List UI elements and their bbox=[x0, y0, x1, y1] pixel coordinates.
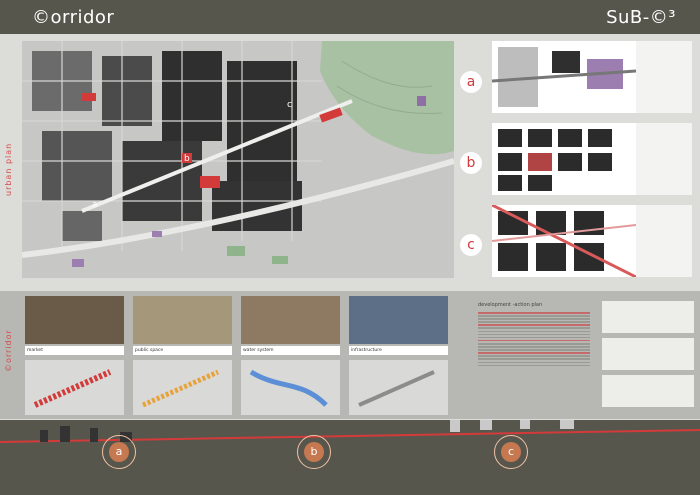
bottom-marker-c: c bbox=[494, 435, 528, 469]
detail-sketch-a bbox=[636, 41, 692, 113]
bottom-marker-a-label: a bbox=[109, 442, 129, 462]
bottom-marker-b-label: b bbox=[304, 442, 324, 462]
detail-panel-c bbox=[491, 203, 692, 279]
detail-drawing-b bbox=[492, 123, 636, 195]
detail-drawing-c bbox=[491, 203, 637, 279]
photo-market bbox=[25, 296, 124, 344]
bottom-marker-a: a bbox=[102, 435, 136, 469]
detail-panel-a bbox=[491, 41, 692, 113]
action-plan-text: development -action plan bbox=[478, 302, 590, 412]
section-sketch-3 bbox=[602, 375, 694, 407]
section-sketch-2 bbox=[602, 338, 694, 370]
detail-panel-b bbox=[492, 123, 692, 195]
caption-infrastructure: infrastructure bbox=[349, 346, 448, 355]
detail-sketch-c bbox=[636, 205, 692, 277]
photo-public-space bbox=[133, 296, 232, 344]
detail-label-c: c bbox=[460, 234, 482, 256]
title-right: SuB-©³ bbox=[606, 7, 676, 28]
minimap-infrastructure bbox=[349, 360, 448, 415]
map-marker-a: a bbox=[92, 200, 98, 210]
header-bar: ©orridor SuB-©³ bbox=[0, 0, 700, 34]
detail-label-b: b bbox=[460, 152, 482, 174]
detail-label-a: a bbox=[460, 71, 482, 93]
bottom-marker-c-label: c bbox=[501, 442, 521, 462]
minimap-water-system bbox=[241, 360, 340, 415]
photo-water-system bbox=[241, 296, 340, 344]
urban-plan-label: urban plan bbox=[4, 142, 13, 196]
bottom-marker-b: b bbox=[297, 435, 331, 469]
section-sketch-1 bbox=[602, 301, 694, 333]
corridor-label: ©orridor bbox=[4, 329, 13, 372]
map-marker-c: c bbox=[287, 100, 292, 110]
detail-sketch-b bbox=[636, 123, 692, 195]
title-left: ©orridor bbox=[32, 7, 115, 28]
caption-water-system: water system bbox=[241, 346, 340, 355]
caption-public-space: public space bbox=[133, 346, 232, 355]
action-plan-heading: development -action plan bbox=[478, 302, 543, 308]
map-drawing bbox=[22, 41, 454, 278]
urban-plan-map bbox=[22, 41, 454, 278]
photo-infrastructure bbox=[349, 296, 448, 344]
minimap-market bbox=[25, 360, 124, 415]
detail-drawing-a bbox=[491, 41, 637, 113]
map-marker-b: b bbox=[184, 154, 190, 164]
caption-market: market bbox=[25, 346, 124, 355]
minimap-public-space bbox=[133, 360, 232, 415]
